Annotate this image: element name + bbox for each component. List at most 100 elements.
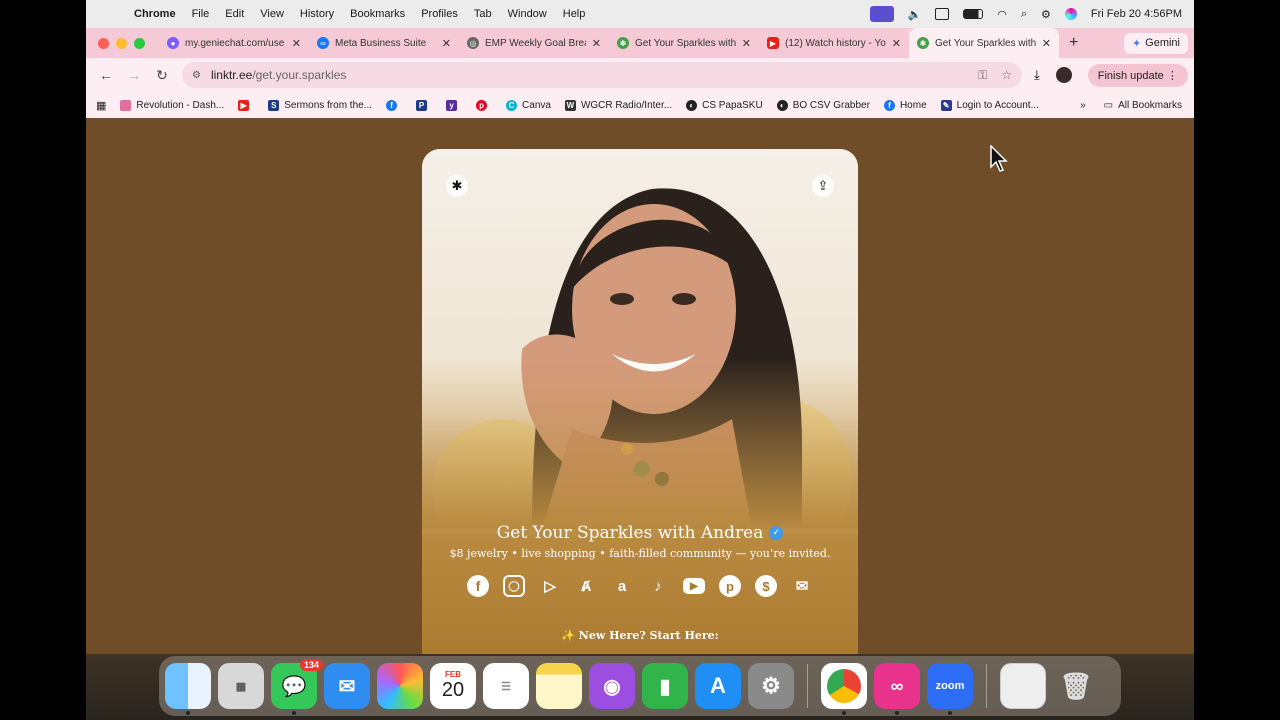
pinterest-icon[interactable]: p xyxy=(719,575,741,597)
bookmark-login[interactable]: ✎ Login to Account... xyxy=(940,99,1039,111)
tab-meta-business-suite[interactable]: ∞ Meta Business Suite ✕ xyxy=(309,28,459,58)
calendar-app[interactable]: FEB 20 xyxy=(430,663,476,709)
notes-app[interactable] xyxy=(536,663,582,709)
app-store-app[interactable]: A xyxy=(695,663,741,709)
battery-icon[interactable] xyxy=(963,9,984,19)
youtube-icon[interactable]: ▶ xyxy=(683,578,705,594)
linktree-logo-icon[interactable]: ✱ xyxy=(446,175,468,197)
close-tab-icon[interactable]: ✕ xyxy=(742,37,751,50)
share-icon[interactable]: ⇪ xyxy=(812,175,834,197)
cash-app-icon[interactable]: $ xyxy=(755,575,777,597)
photos-app[interactable] xyxy=(377,663,423,709)
forward-button[interactable]: → xyxy=(126,67,142,83)
canva-icon: C xyxy=(506,99,518,111)
messages-app[interactable]: 💬 134 xyxy=(271,659,323,715)
trash-app[interactable]: 🗑 xyxy=(1053,663,1099,709)
url-domain: linktr.ee xyxy=(210,68,253,82)
wifi-icon[interactable]: ◠ xyxy=(997,8,1007,21)
control-center-icon[interactable]: ⚙ xyxy=(1041,8,1051,21)
clock[interactable]: Fri Feb 20 4:56PM xyxy=(1091,8,1182,20)
password-key-icon[interactable]: ⚿ xyxy=(978,68,987,83)
menu-history[interactable]: History xyxy=(300,8,334,20)
launchpad-app[interactable]: ▦ xyxy=(218,663,264,709)
numbers-app[interactable]: ▮ xyxy=(642,663,688,709)
site-settings-icon[interactable]: ⚙ xyxy=(192,70,201,81)
bookmark-sermons[interactable]: S Sermons from the... xyxy=(268,99,372,111)
menu-profiles[interactable]: Profiles xyxy=(421,8,458,20)
facebook-icon: f xyxy=(386,99,398,111)
app-store-icon[interactable]: Ⱥ xyxy=(575,575,597,597)
profile-avatar[interactable] xyxy=(1055,67,1072,83)
bookmark-star-icon[interactable]: ☆ xyxy=(1001,68,1012,83)
search-icon[interactable]: ⌕ xyxy=(1021,8,1027,21)
loop-app[interactable]: ∞ xyxy=(874,663,920,715)
reload-button[interactable]: ↻ xyxy=(154,67,170,84)
all-bookmarks-folder[interactable]: ▭ All Bookmarks xyxy=(1104,100,1182,111)
tiktok-icon[interactable]: ♪ xyxy=(647,575,669,597)
close-tab-icon[interactable]: ✕ xyxy=(1042,37,1051,50)
bookmark-facebook[interactable]: f xyxy=(386,99,402,111)
email-icon[interactable]: ✉ xyxy=(791,575,813,597)
tab-sparkles-1[interactable]: ✱ Get Your Sparkles with ✕ xyxy=(609,28,759,58)
google-play-icon[interactable]: ▷ xyxy=(539,575,561,597)
minimize-window-button[interactable] xyxy=(116,37,127,49)
globe-icon: ◐ xyxy=(776,99,788,111)
back-button[interactable]: ← xyxy=(98,67,114,83)
display-icon[interactable] xyxy=(935,8,950,20)
close-tab-icon[interactable]: ✕ xyxy=(292,37,301,50)
section-heading: ✨ New Here? Start Here: xyxy=(561,629,719,642)
menu-file[interactable]: File xyxy=(192,8,210,20)
menu-help[interactable]: Help xyxy=(563,8,586,20)
bookmark-pinterest[interactable]: p xyxy=(476,99,492,111)
zoom-window-button[interactable] xyxy=(134,37,145,49)
calendar-month: FEB xyxy=(445,670,461,679)
more-bookmarks-icon[interactable]: » xyxy=(1080,100,1086,111)
downloads-stack[interactable] xyxy=(1000,663,1046,709)
amazon-icon[interactable]: a xyxy=(611,575,633,597)
bookmark-youtube[interactable]: ▶ xyxy=(238,99,254,111)
tab-geniechat[interactable]: ● my.geniechat.com/use ✕ xyxy=(159,28,309,58)
apps-grid-icon[interactable]: ▦ xyxy=(96,99,106,112)
reminders-app[interactable]: ☰ xyxy=(483,663,529,709)
bookmark-revolution[interactable]: Revolution - Dash... xyxy=(120,99,224,111)
running-indicator xyxy=(842,711,846,715)
menu-app-name[interactable]: Chrome xyxy=(134,8,176,20)
tab-sparkles-active[interactable]: ✱ Get Your Sparkles with ✕ xyxy=(909,28,1059,58)
zoom-app[interactable]: zoom xyxy=(927,663,973,715)
bookmark-home[interactable]: f Home xyxy=(883,99,927,111)
bookmark-label: WGCR Radio/Inter... xyxy=(580,99,673,111)
instagram-icon[interactable]: ◯ xyxy=(503,575,525,597)
chrome-app[interactable] xyxy=(821,663,867,715)
bookmark-yahoo[interactable]: y xyxy=(446,99,462,111)
download-icon[interactable]: ⤓ xyxy=(1034,67,1040,83)
menu-bookmarks[interactable]: Bookmarks xyxy=(350,8,405,20)
bookmark-paypal[interactable]: P xyxy=(416,99,432,111)
menu-window[interactable]: Window xyxy=(508,8,547,20)
mail-app[interactable]: ✉ xyxy=(324,663,370,709)
new-tab-button[interactable]: + xyxy=(1069,34,1078,52)
siri-icon[interactable] xyxy=(1064,8,1077,20)
close-tab-icon[interactable]: ✕ xyxy=(892,37,901,50)
close-tab-icon[interactable]: ✕ xyxy=(442,37,451,50)
bookmark-cs-papasku[interactable]: ◐ CS PapaSKU xyxy=(686,99,763,111)
podcasts-app[interactable]: ◉ xyxy=(589,663,635,709)
screen-share-icon[interactable] xyxy=(869,6,894,22)
close-window-button[interactable] xyxy=(98,37,109,49)
finish-update-button[interactable]: Finish update ⋮ xyxy=(1087,63,1188,87)
bookmark-bo-csv[interactable]: ◐ BO CSV Grabber xyxy=(776,99,870,111)
finder-app[interactable] xyxy=(165,663,211,715)
system-settings-app[interactable]: ⚙ xyxy=(748,663,794,709)
bookmark-canva[interactable]: C Canva xyxy=(506,99,551,111)
tab-youtube-history[interactable]: ▶ (12) Watch history - Yo ✕ xyxy=(759,28,909,58)
address-bar[interactable]: ⚙ linktr.ee /get.your.sparkles ⚿ ☆ xyxy=(182,62,1022,88)
tab-emp-weekly-goal[interactable]: ◎ EMP Weekly Goal Brea ✕ xyxy=(459,28,609,58)
bookmark-wgcr[interactable]: W WGCR Radio/Inter... xyxy=(564,99,673,111)
gemini-button[interactable]: ✦ Gemini xyxy=(1123,32,1188,54)
facebook-icon[interactable]: f xyxy=(467,575,489,597)
bookmark-icon: ✎ xyxy=(940,99,952,111)
close-tab-icon[interactable]: ✕ xyxy=(592,37,601,50)
menu-edit[interactable]: Edit xyxy=(225,8,244,20)
volume-icon[interactable]: 🔈 xyxy=(908,8,922,21)
menu-view[interactable]: View xyxy=(260,8,284,20)
menu-tab[interactable]: Tab xyxy=(474,8,492,20)
